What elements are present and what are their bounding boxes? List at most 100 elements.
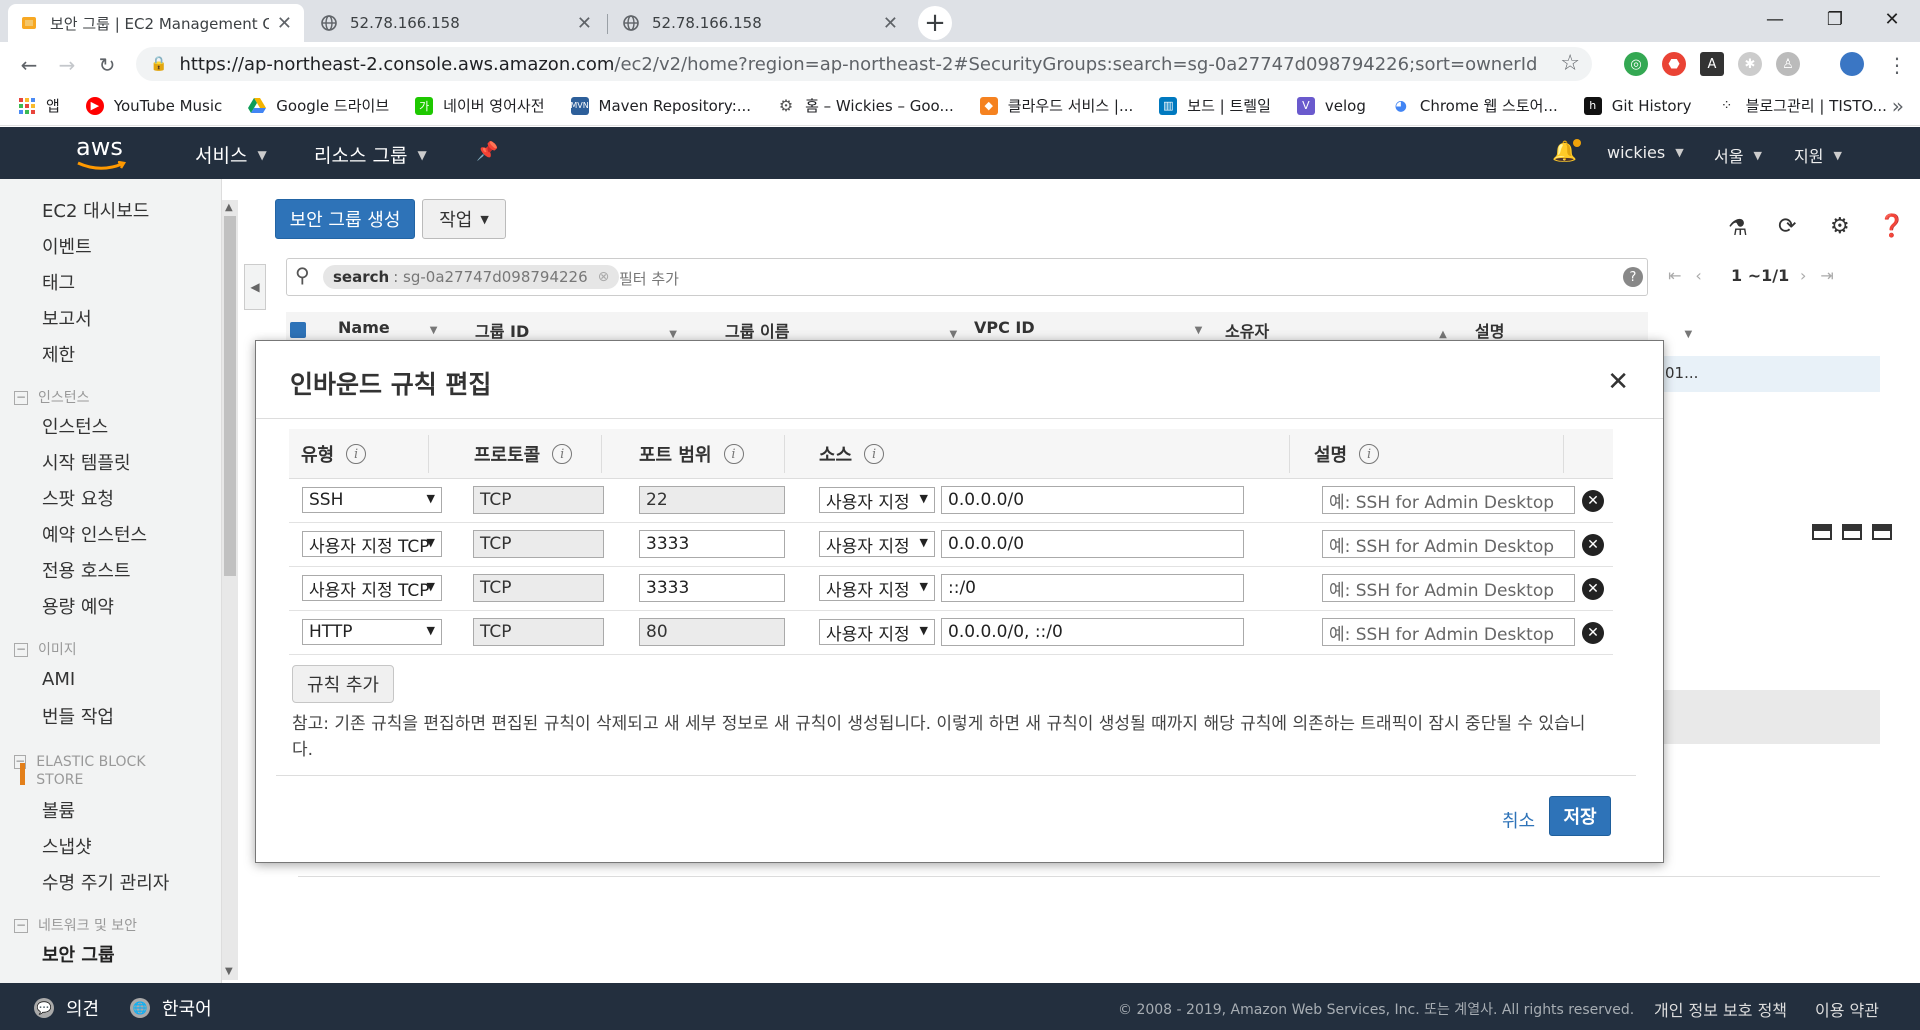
privacy-policy-link[interactable]: 개인 정보 보호 정책 <box>1654 997 1787 1021</box>
sidebar-item-launch-templates[interactable]: 시작 템플릿 <box>42 449 131 475</box>
aws-logo[interactable]: aws <box>76 133 128 173</box>
resource-groups-menu[interactable]: 리소스 그룹 ▼ <box>314 141 427 168</box>
bookmark-apps[interactable]: 앱 <box>18 95 60 116</box>
scroll-up-icon[interactable]: ▲ <box>225 202 233 213</box>
remove-token-icon[interactable]: ⊗ <box>598 269 610 285</box>
save-button[interactable]: 저장 <box>1549 796 1611 836</box>
extension-adblock-icon[interactable]: ⬣ <box>1662 52 1686 76</box>
sidebar-item-instances[interactable]: 인스턴스 <box>42 413 108 439</box>
sidebar-item-security-groups[interactable]: 보안 그룹 <box>42 941 115 967</box>
bookmark-maven[interactable]: MVN Maven Repository:... <box>570 96 751 115</box>
add-rule-button[interactable]: 규칙 추가 <box>292 665 394 703</box>
search-filter-bar[interactable]: ⚲ search: sg-0a27747d098794226 ⊗ 필터 추가 ? <box>286 258 1648 296</box>
region-menu[interactable]: 서울 ▼ <box>1714 143 1762 167</box>
bookmark-chrome-store[interactable]: ◕ Chrome 웹 스토어... <box>1392 95 1558 116</box>
sidebar-item-ami[interactable]: AMI <box>42 669 75 690</box>
delete-rule-icon[interactable]: ✕ <box>1582 490 1604 512</box>
search-token[interactable]: search: sg-0a27747d098794226 ⊗ <box>323 265 620 289</box>
bookmark-cloud-service[interactable]: ◆ 클라우드 서비스 |... <box>979 95 1133 116</box>
help-icon[interactable]: ❓ <box>1878 214 1905 239</box>
description-input[interactable]: 예: SSH for Admin Desktop <box>1322 486 1575 514</box>
close-tab-icon[interactable]: ✕ <box>277 13 292 34</box>
more-bookmarks-icon[interactable]: » <box>1892 94 1904 118</box>
close-icon[interactable]: ✕ <box>1607 367 1629 397</box>
source-input[interactable]: 0.0.0.0/0, ::/0 <box>941 618 1244 646</box>
bookmark-tistory[interactable]: ⁘ 블로그관리 | TISTO... <box>1718 95 1887 116</box>
type-select[interactable]: 사용자 지정 TCP ▼ <box>302 531 442 557</box>
source-type-select[interactable]: 사용자 지정 ▼ <box>819 575 935 601</box>
reload-icon[interactable]: ↻ <box>92 50 122 80</box>
scroll-down-icon[interactable]: ▼ <box>225 966 233 977</box>
source-input[interactable]: 0.0.0.0/0 <box>941 486 1244 514</box>
close-tab-icon[interactable]: ✕ <box>883 13 898 34</box>
sidebar-item-limits[interactable]: 제한 <box>42 341 75 367</box>
sidebar-item-capacity-reservations[interactable]: 용량 예약 <box>42 593 114 619</box>
info-icon[interactable]: i <box>346 444 367 464</box>
description-input[interactable]: 예: SSH for Admin Desktop <box>1322 574 1575 602</box>
port-range-input[interactable]: 3333 <box>639 530 785 558</box>
select-all-checkbox[interactable] <box>290 322 306 338</box>
info-icon[interactable]: i <box>1359 444 1380 464</box>
new-tab-button[interactable]: + <box>918 6 952 40</box>
actions-button[interactable]: 작업 ▼ <box>422 199 506 239</box>
type-select[interactable]: HTTP ▼ <box>302 619 442 645</box>
bell-icon[interactable]: 🔔 <box>1552 139 1585 163</box>
support-menu[interactable]: 지원 ▼ <box>1794 143 1842 167</box>
cancel-button[interactable]: 취소 <box>1502 807 1535 833</box>
chrome-menu-icon[interactable]: ⋮ <box>1882 50 1912 80</box>
maximize-window-icon[interactable]: ❐ <box>1805 0 1865 38</box>
minimize-window-icon[interactable]: — <box>1745 0 1805 38</box>
source-type-select[interactable]: 사용자 지정 ▼ <box>819 619 935 645</box>
sidebar-item-events[interactable]: 이벤트 <box>42 233 92 259</box>
sidebar-item-spot-requests[interactable]: 스팟 요청 <box>42 485 114 511</box>
sidebar-item-lifecycle-manager[interactable]: 수명 주기 관리자 <box>42 869 169 895</box>
sidebar-item-volumes[interactable]: 볼륨 <box>42 797 75 823</box>
pin-icon[interactable]: 📌 <box>476 141 498 162</box>
forward-icon[interactable]: → <box>52 50 82 80</box>
sidebar-scrollbar[interactable]: ▲ ▼ <box>222 200 238 980</box>
description-input[interactable]: 예: SSH for Admin Desktop <box>1322 618 1575 646</box>
bookmark-google-drive[interactable]: Google 드라이브 <box>248 95 389 116</box>
layout-option-1-icon[interactable] <box>1812 524 1832 540</box>
bookmark-naver-dict[interactable]: 가 네이버 영어사전 <box>415 95 545 116</box>
extension-a-icon[interactable]: A <box>1700 52 1724 76</box>
settings-gear-icon[interactable]: ⚙ <box>1830 214 1850 239</box>
services-menu[interactable]: 서비스 ▼ <box>195 141 267 168</box>
delete-rule-icon[interactable]: ✕ <box>1582 622 1604 644</box>
source-input[interactable]: ::/0 <box>941 574 1244 602</box>
feedback-link[interactable]: 💬 의견 <box>34 995 99 1021</box>
layout-option-2-icon[interactable] <box>1842 524 1862 540</box>
address-bar[interactable]: 🔒 https://ap-northeast-2.console.aws.ama… <box>136 47 1592 81</box>
close-tab-icon[interactable]: ✕ <box>577 13 592 34</box>
extension-grey-icon[interactable]: ✱ <box>1738 52 1762 76</box>
info-icon[interactable]: i <box>723 444 744 464</box>
info-icon[interactable]: i <box>552 444 573 464</box>
terms-of-use-link[interactable]: 이용 약관 <box>1815 997 1879 1021</box>
sidebar-collapse-button[interactable]: ◀ <box>244 264 266 310</box>
sidebar-item-bundle-tasks[interactable]: 번들 작업 <box>42 703 114 729</box>
browser-tab-ip-2[interactable]: 52.78.166.158 ✕ <box>610 4 910 42</box>
sidebar-section-ebs[interactable]: − ELASTIC BLOCK STORE <box>14 753 174 789</box>
sidebar-item-reports[interactable]: 보고서 <box>42 305 92 331</box>
extension-chrome-icon[interactable]: ◎ <box>1624 52 1648 76</box>
browser-tab-ec2[interactable]: 보안 그룹 | EC2 Management C ✕ <box>8 4 304 42</box>
type-select[interactable]: SSH ▼ <box>302 487 442 513</box>
flask-icon[interactable]: ⚗ <box>1728 216 1748 241</box>
pagination-first-prev[interactable]: ⇤‹ <box>1668 266 1716 285</box>
type-select[interactable]: 사용자 지정 TCP ▼ <box>302 575 442 601</box>
account-menu[interactable]: wickies ▼ <box>1607 143 1684 162</box>
profile-avatar[interactable] <box>1840 52 1864 76</box>
sidebar-item-reserved-instances[interactable]: 예약 인스턴스 <box>42 521 147 547</box>
pagination-next-last[interactable]: ›⇥ <box>1800 266 1848 285</box>
sidebar-item-dedicated-hosts[interactable]: 전용 호스트 <box>42 557 131 583</box>
sidebar-item-dashboard[interactable]: EC2 대시보드 <box>42 197 149 223</box>
browser-tab-ip-1[interactable]: 52.78.166.158 ✕ <box>308 4 604 42</box>
extension-person-icon[interactable]: ♙ <box>1776 52 1800 76</box>
bookmark-trello[interactable]: ▥ 보드 | 트렐일 <box>1159 95 1271 116</box>
port-range-input[interactable]: 3333 <box>639 574 785 602</box>
description-input[interactable]: 예: SSH for Admin Desktop <box>1322 530 1575 558</box>
delete-rule-icon[interactable]: ✕ <box>1582 578 1604 600</box>
sidebar-section-instances[interactable]: − 인스턴스 <box>14 389 90 407</box>
language-selector[interactable]: 🌐 한국어 <box>130 995 212 1021</box>
source-input[interactable]: 0.0.0.0/0 <box>941 530 1244 558</box>
